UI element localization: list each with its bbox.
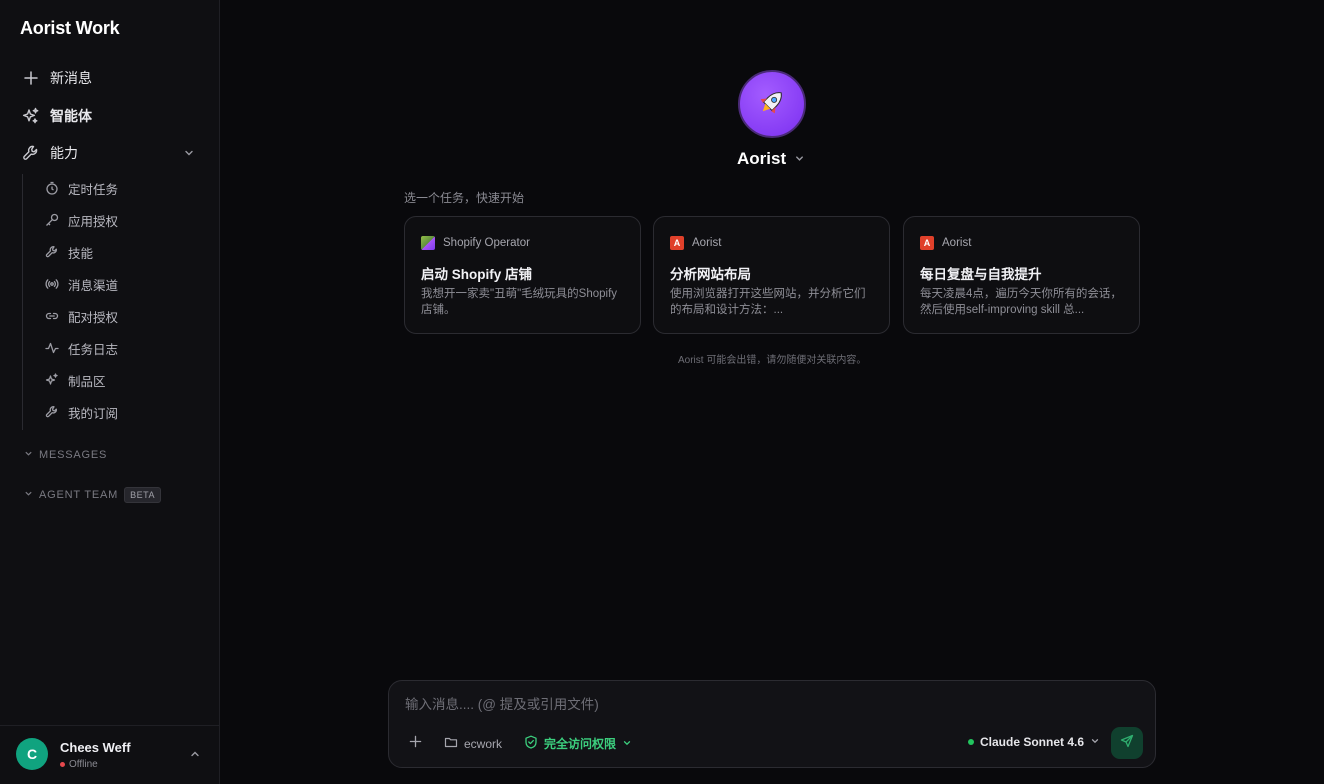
key-icon	[45, 213, 59, 227]
card-description: 我想开一家卖"丑萌"毛绒玩具的Shopify 店铺。	[421, 288, 618, 316]
agent-name: Aorist	[737, 149, 787, 168]
sidebar-item-scheduled-tasks[interactable]: 定时任务	[45, 178, 118, 198]
sidebar-item-label: 任务日志	[68, 342, 119, 357]
sidebar-item-label: 我的订阅	[68, 406, 119, 421]
timer-icon	[45, 181, 59, 195]
message-composer: ecwork 完全访问权限 Claude Sonnet 4.6	[388, 680, 1156, 768]
sidebar-item-task-logs[interactable]: 任务日志	[45, 338, 118, 358]
sidebar-item-label: 应用授权	[68, 214, 119, 229]
wrench-icon	[22, 144, 40, 162]
sidebar-item-pairing-auth[interactable]: 配对授权	[45, 306, 118, 326]
beta-badge: BETA	[124, 487, 161, 503]
messages-section-toggle[interactable]: MESSAGES	[24, 449, 107, 461]
agents-label: 智能体	[50, 108, 92, 124]
shopify-icon	[421, 236, 435, 250]
chevron-down-icon	[24, 489, 33, 501]
task-card[interactable]: A Aorist 每日复盘与自我提升 每天凌晨4点，遍历今天你所有的会话，然后使…	[903, 216, 1140, 334]
sidebar-item-label: 定时任务	[68, 182, 119, 197]
activity-icon	[45, 341, 59, 355]
chevron-down-icon	[622, 737, 632, 751]
new-message-label: 新消息	[50, 70, 92, 86]
chevron-down-icon[interactable]	[183, 146, 195, 164]
model-selector[interactable]: Claude Sonnet 4.6	[968, 735, 1100, 749]
plus-icon	[409, 735, 422, 751]
chevron-up-icon[interactable]	[189, 747, 201, 765]
app-title: Aorist Work	[20, 18, 120, 38]
messages-section-label: MESSAGES	[39, 449, 108, 461]
send-button[interactable]	[1111, 727, 1143, 759]
card-source-label: Aorist	[942, 237, 972, 249]
sidebar: Aorist Work 新消息 智能体 能力 定时任务 应用授权 技能 消息渠道…	[0, 0, 220, 784]
card-description: 每天凌晨4点，遍历今天你所有的会话，然后使用self-improving ski…	[920, 288, 1122, 316]
user-status-label: Offline	[69, 759, 98, 770]
sidebar-item-artifacts[interactable]: 制品区	[45, 370, 106, 390]
sparkles-icon	[22, 107, 40, 125]
card-source: A Aorist	[670, 236, 721, 250]
new-message-button[interactable]: 新消息	[22, 67, 92, 89]
access-permission-label: 完全访问权限	[544, 737, 617, 751]
workspace-selector[interactable]: ecwork	[444, 735, 502, 752]
sidebar-item-subscriptions[interactable]: 我的订阅	[45, 402, 118, 422]
agent-avatar	[738, 70, 806, 138]
card-title: 启动 Shopify 店铺	[421, 267, 532, 282]
agent-team-section-toggle[interactable]: AGENT TEAM BETA	[24, 487, 161, 503]
sidebar-item-message-channels[interactable]: 消息渠道	[45, 274, 118, 294]
sidebar-item-app-auth[interactable]: 应用授权	[45, 210, 118, 230]
user-name: Chees Weff	[60, 740, 131, 755]
card-title: 分析网站布局	[670, 267, 751, 282]
shield-check-icon	[524, 735, 538, 752]
sidebar-item-skills[interactable]: 技能	[45, 242, 93, 262]
model-status-dot-icon	[968, 739, 974, 745]
sidebar-item-label: 技能	[68, 246, 94, 261]
card-source-label: Shopify Operator	[443, 237, 530, 249]
card-title: 每日复盘与自我提升	[920, 267, 1042, 282]
plus-icon	[22, 69, 40, 87]
link-icon	[45, 309, 59, 323]
broadcast-icon	[45, 277, 59, 291]
sidebar-item-capabilities[interactable]: 能力	[22, 142, 78, 164]
workspace-label: ecwork	[464, 736, 503, 751]
status-dot-icon	[60, 762, 65, 767]
sidebar-item-label: 配对授权	[68, 310, 119, 325]
chevron-down-icon	[794, 149, 805, 169]
avatar: C	[16, 738, 48, 770]
sidebar-item-agents[interactable]: 智能体	[22, 105, 92, 127]
quick-start-label: 选一个任务，快速开始	[404, 191, 525, 205]
access-permission-selector[interactable]: 完全访问权限	[524, 735, 632, 752]
folder-icon	[444, 735, 458, 752]
rocket-icon	[756, 86, 788, 123]
model-name: Claude Sonnet 4.6	[980, 735, 1085, 749]
chevron-down-icon	[1090, 735, 1100, 749]
card-description: 使用浏览器打开这些网站，并分析它们的布局和设计方法：...	[670, 288, 866, 316]
sidebar-item-label: 制品区	[68, 374, 106, 389]
aorist-logo-icon: A	[670, 236, 684, 250]
attach-button[interactable]	[409, 735, 422, 751]
agent-selector[interactable]: Aorist	[737, 149, 805, 169]
user-profile-bar[interactable]: C Chees Weff Offline	[0, 725, 219, 784]
agent-team-section-label: AGENT TEAM	[39, 489, 119, 501]
message-input[interactable]	[405, 693, 1125, 715]
capabilities-label: 能力	[50, 145, 78, 161]
task-card[interactable]: Shopify Operator 启动 Shopify 店铺 我想开一家卖"丑萌…	[404, 216, 641, 334]
card-source-label: Aorist	[692, 237, 722, 249]
chevron-down-icon	[24, 449, 33, 461]
task-card[interactable]: A Aorist 分析网站布局 使用浏览器打开这些网站，并分析它们的布局和设计方…	[653, 216, 890, 334]
send-icon	[1120, 734, 1134, 753]
capabilities-submenu: 定时任务 应用授权 技能 消息渠道 配对授权 任务日志 制品区 我的订阅	[22, 174, 202, 430]
sidebar-item-label: 消息渠道	[68, 278, 119, 293]
aorist-logo-icon: A	[920, 236, 934, 250]
wrench-icon	[45, 245, 59, 259]
sparkles-icon	[45, 373, 59, 387]
card-source: A Aorist	[920, 236, 971, 250]
user-status: Offline	[60, 759, 98, 770]
wrench-icon	[45, 405, 59, 419]
disclaimer-text: Aorist 可能会出错，请勿随便对关联内容。	[678, 355, 867, 366]
card-source: Shopify Operator	[421, 236, 530, 250]
